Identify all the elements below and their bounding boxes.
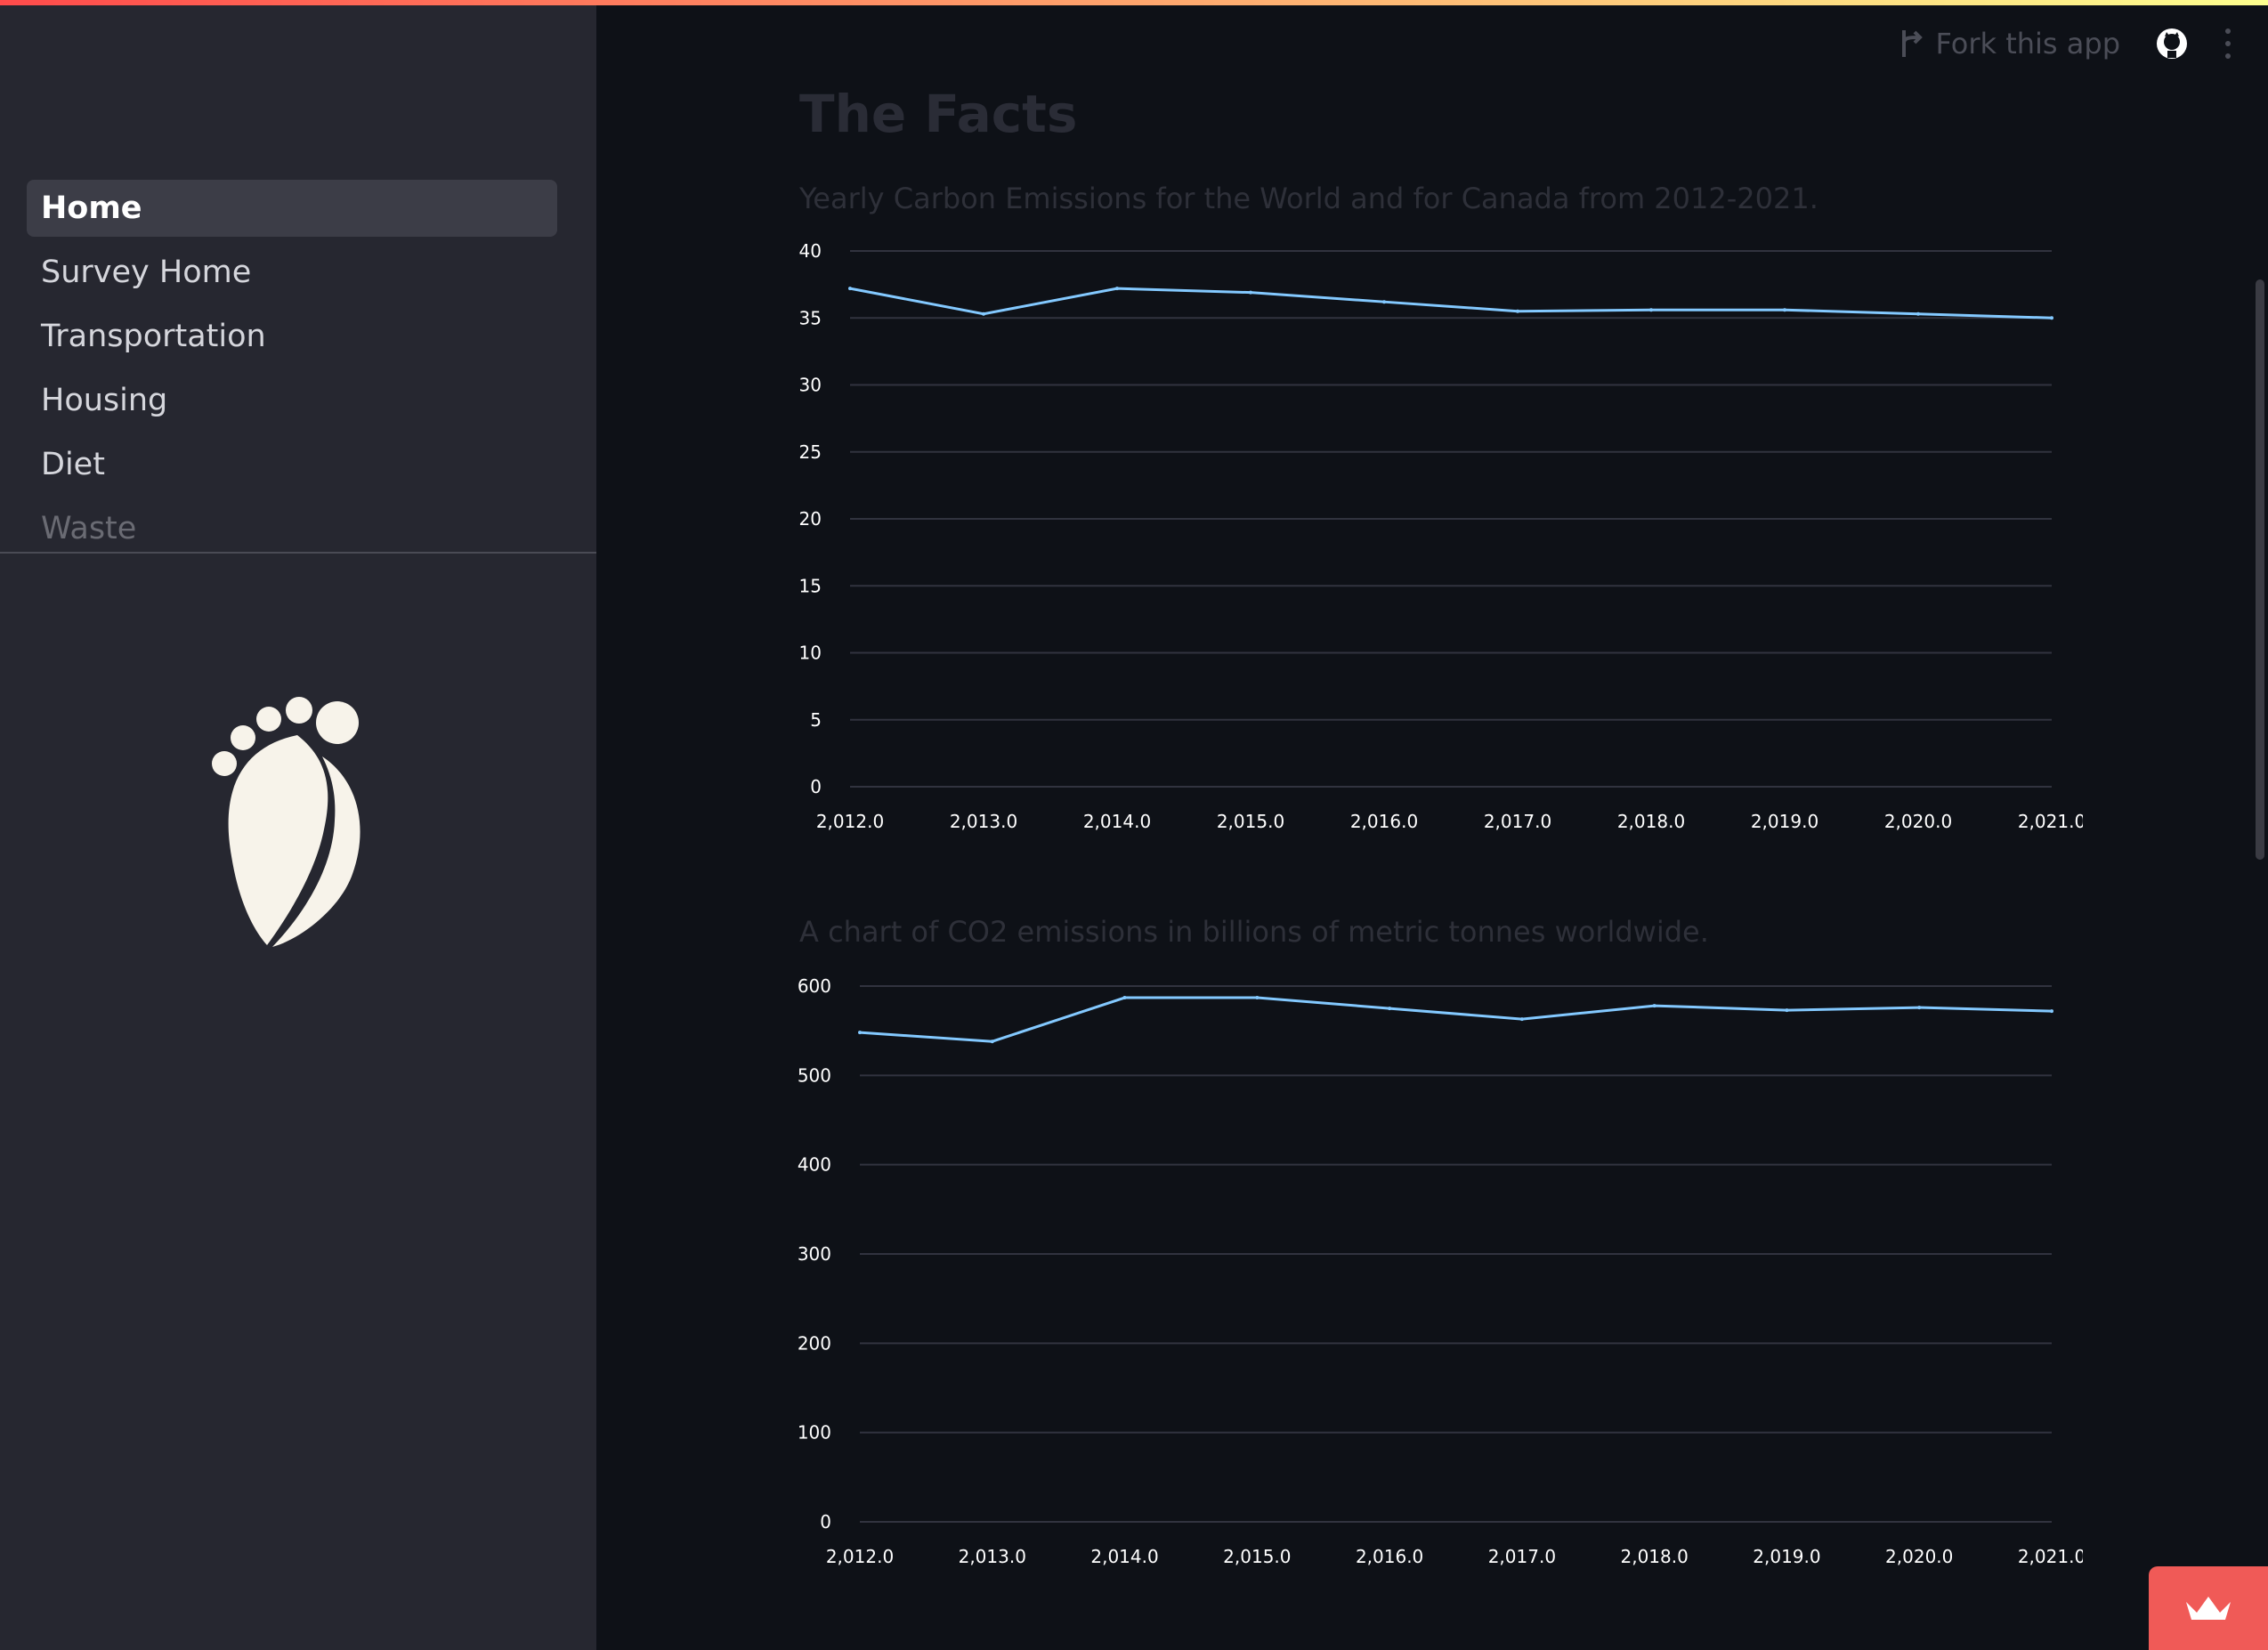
data-point[interactable] xyxy=(990,1039,994,1044)
x-tick-label: 2,021.0 xyxy=(2018,811,2083,832)
nav-item-home[interactable]: Home xyxy=(27,180,557,237)
data-point[interactable] xyxy=(1652,1004,1656,1008)
data-point[interactable] xyxy=(858,1031,862,1035)
data-point[interactable] xyxy=(1249,290,1252,295)
data-point[interactable] xyxy=(1916,311,1920,316)
x-tick-label: 2,013.0 xyxy=(959,1546,1026,1567)
y-tick-label: 25 xyxy=(799,441,822,463)
y-tick-label: 200 xyxy=(798,1332,831,1354)
chart-caption-world-canada: Yearly Carbon Emissions for the World an… xyxy=(799,182,1818,215)
y-tick-label: 300 xyxy=(798,1243,831,1265)
sidebar: Home Survey Home Transportation Housing … xyxy=(0,5,596,1650)
series-line xyxy=(849,287,2053,319)
y-tick-label: 35 xyxy=(799,307,822,328)
fork-app-button[interactable]: Fork this app xyxy=(1899,27,2121,61)
x-tick-label: 2,012.0 xyxy=(816,811,884,832)
nav-item-waste[interactable]: Waste xyxy=(27,500,557,557)
data-point[interactable] xyxy=(2050,316,2053,320)
x-tick-label: 2,014.0 xyxy=(1083,811,1151,832)
data-point[interactable] xyxy=(1516,309,1519,313)
page-title: The Facts xyxy=(799,84,1078,144)
y-tick-label: 0 xyxy=(810,776,822,797)
y-tick-label: 0 xyxy=(820,1511,831,1533)
x-tick-label: 2,016.0 xyxy=(1356,1546,1423,1567)
data-point[interactable] xyxy=(848,287,852,291)
nav-item-transportation[interactable]: Transportation xyxy=(27,308,557,365)
data-point[interactable] xyxy=(1917,1006,1922,1010)
x-tick-label: 2,017.0 xyxy=(1484,811,1551,832)
y-tick-label: 10 xyxy=(799,643,822,664)
y-tick-label: 100 xyxy=(798,1422,831,1444)
github-icon[interactable] xyxy=(2156,28,2188,60)
x-tick-label: 2,013.0 xyxy=(950,811,1017,832)
y-tick-label: 600 xyxy=(798,975,831,997)
x-tick-label: 2,021.0 xyxy=(2018,1546,2083,1567)
x-tick-label: 2,020.0 xyxy=(1884,811,1952,832)
x-tick-label: 2,018.0 xyxy=(1620,1546,1688,1567)
y-tick-label: 5 xyxy=(810,709,822,731)
crown-icon xyxy=(2186,1597,2231,1620)
x-tick-label: 2,014.0 xyxy=(1090,1546,1158,1567)
line-chart-co2-worldwide: 0 100 200 300 400 500 600 2,012.0 2,013.0 2,014.0… xyxy=(798,975,2083,1567)
data-point[interactable] xyxy=(1785,1008,1789,1013)
sidebar-divider xyxy=(0,552,596,554)
nav-item-survey-home[interactable]: Survey Home xyxy=(27,244,557,301)
x-tick-label: 2,020.0 xyxy=(1885,1546,1953,1567)
fork-app-label: Fork this app xyxy=(1935,27,2121,61)
x-tick-label: 2,019.0 xyxy=(1751,811,1818,832)
scrollbar[interactable] xyxy=(2256,279,2264,860)
line-chart-yearly-emissions: 0 5 10 15 20 25 30 35 40 2,012.0 2,013.0 2,014.0 2,0… xyxy=(799,240,2083,832)
x-tick-label: 2,016.0 xyxy=(1350,811,1418,832)
data-point[interactable] xyxy=(1122,996,1127,1000)
y-tick-label: 30 xyxy=(799,375,822,396)
main-menu-icon[interactable] xyxy=(2223,28,2232,59)
y-tick-label: 400 xyxy=(798,1154,831,1176)
x-tick-label: 2,015.0 xyxy=(1223,1546,1291,1567)
y-tick-label: 500 xyxy=(798,1064,831,1086)
streamlit-badge-button[interactable] xyxy=(2149,1566,2268,1650)
y-tick-label: 15 xyxy=(799,575,822,596)
x-tick-label: 2,018.0 xyxy=(1617,811,1685,832)
data-point[interactable] xyxy=(2050,1009,2053,1014)
sidebar-nav: Home Survey Home Transportation Housing … xyxy=(27,180,557,564)
data-point[interactable] xyxy=(1115,287,1119,291)
data-point[interactable] xyxy=(1388,1007,1392,1011)
x-tick-label: 2,012.0 xyxy=(826,1546,894,1567)
y-tick-label: 20 xyxy=(799,508,822,530)
x-tick-label: 2,015.0 xyxy=(1217,811,1284,832)
y-tick-label: 40 xyxy=(799,240,822,262)
series-line xyxy=(859,996,2053,1043)
data-point[interactable] xyxy=(1255,996,1260,1000)
chart-caption-co2-worldwide: A chart of CO2 emissions in billions of … xyxy=(799,915,1709,949)
data-point[interactable] xyxy=(1382,300,1386,304)
data-point[interactable] xyxy=(1519,1017,1524,1022)
footprint-logo-icon xyxy=(212,697,360,947)
nav-item-diet[interactable]: Diet xyxy=(27,436,557,493)
x-tick-label: 2,017.0 xyxy=(1488,1546,1556,1567)
fork-icon xyxy=(1901,30,1923,57)
header-actions: Fork this app xyxy=(1899,27,2233,61)
data-point[interactable] xyxy=(1649,308,1653,312)
nav-item-housing[interactable]: Housing xyxy=(27,372,557,429)
x-tick-label: 2,019.0 xyxy=(1753,1546,1820,1567)
data-point[interactable] xyxy=(982,311,985,316)
data-point[interactable] xyxy=(1783,308,1786,312)
